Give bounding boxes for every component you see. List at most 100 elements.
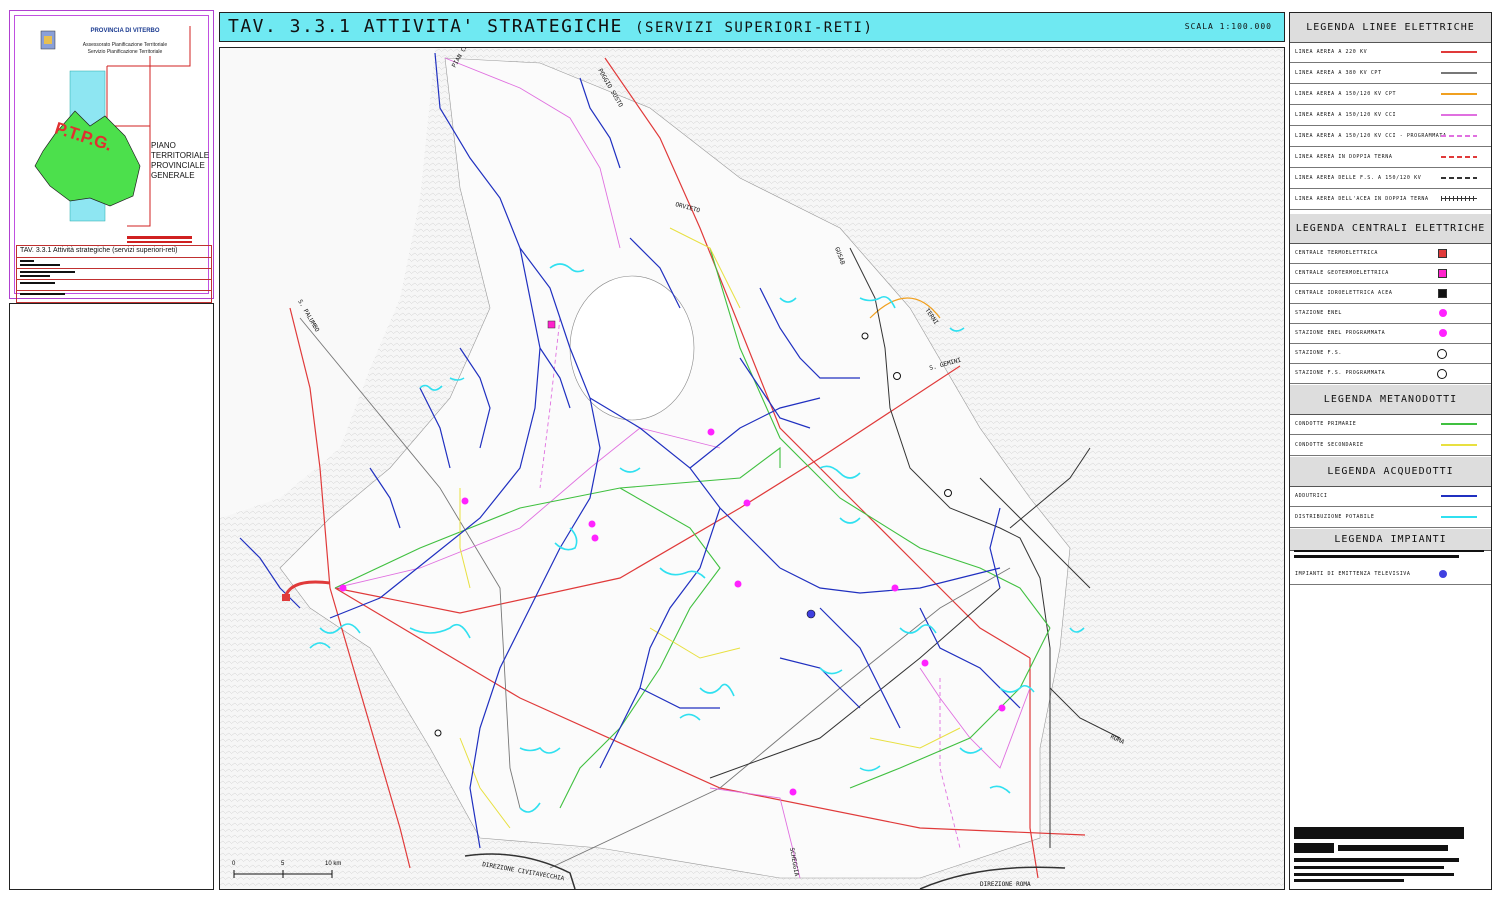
power_plants-legend-row: CENTRALE TERMOELETTRICA (1290, 244, 1491, 264)
power_plants-legend-row: STAZIONE F.S. (1290, 344, 1491, 364)
water-legend-row: ADDUTRICI (1290, 487, 1491, 507)
power_plants-legend-label: CENTRALE GEOTERMOELETTRICA (1295, 270, 1389, 276)
legend-line-swatch (1441, 156, 1477, 158)
gas-legend-label: CONDOTTE SECONDARIE (1295, 442, 1364, 448)
electric_lines-legend-row: LINEA AEREA A 150/120 KV CCI (1290, 106, 1491, 126)
plan-name-line-3: PROVINCIALE (151, 161, 205, 170)
electric_lines-legend-label: LINEA AEREA A 150/120 KV CCI (1295, 112, 1397, 118)
cartouche-panel: P.T.P.G. PROVINCIA DI VITERBO Assessorat… (9, 10, 214, 303)
enel-station-dot (743, 499, 751, 507)
electric_lines-legend-label: LINEA AEREA A 150/120 KV CPT (1295, 91, 1397, 97)
coat-of-arms-icon (40, 30, 56, 50)
power_plants-legend-label: CENTRALE IDROELETTRICA ACEA (1295, 290, 1393, 296)
tav-label: TAV. 3.3.1 Attività strategiche (servizi… (20, 247, 178, 254)
legend-line-swatch (1441, 423, 1477, 425)
legend-square-icon (1438, 249, 1447, 258)
geothermal-plant-icon (547, 320, 556, 329)
power_plants-legend-label: STAZIONE ENEL PROGRAMMATA (1295, 330, 1386, 336)
electric_lines-legend-row: LINEA AEREA A 150/120 KV CCI - PROGRAMMA… (1290, 127, 1491, 147)
notes-panel (9, 303, 214, 890)
legend-title-plants: LEGENDA IMPIANTI (1290, 529, 1491, 551)
gas-legend-label: CONDOTTE PRIMARIE (1295, 421, 1357, 427)
electric_lines-legend-row: LINEA AEREA IN DOPPIA TERNA (1290, 148, 1491, 168)
electric_lines-legend-row: LINEA AEREA A 220 KV (1290, 43, 1491, 63)
electric_lines-legend-label: LINEA AEREA A 150/120 KV CCI - PROGRAMMA… (1295, 133, 1447, 139)
plants-legend-row: IMPIANTI DI EMITTENZA TELEVISIVA (1290, 565, 1491, 585)
map-label: DIREZIONE ROMA (980, 881, 1031, 888)
power_plants-legend-row: CENTRALE IDROELETTRICA ACEA (1290, 284, 1491, 304)
legend-title-electric-lines: LEGENDA LINEE ELETTRICHE (1290, 13, 1491, 43)
enel-station-dot (891, 584, 899, 592)
legend-line-swatch (1441, 135, 1477, 137)
title-bar: TAV. 3.3.1 ATTIVITA' STRATEGICHE (SERVIZ… (219, 12, 1285, 42)
fs-station-icon (861, 332, 869, 340)
map-canvas[interactable]: PIAN CASTAGNAIO POGGIO SUSTO ORVIETO GUS… (220, 48, 1284, 889)
gas-legend-row: CONDOTTE PRIMARIE (1290, 415, 1491, 435)
legend-line-swatch (1441, 516, 1477, 518)
legend-line-swatch (1441, 72, 1477, 74)
legend-line-swatch (1441, 93, 1477, 95)
province-name: PROVINCIA DI VITERBO (90, 28, 160, 34)
legend-dot-icon (1439, 570, 1447, 578)
power_plants-legend-label: STAZIONE F.S. PROGRAMMATA (1295, 370, 1386, 376)
page-title: TAV. 3.3.1 ATTIVITA' STRATEGICHE (SERVIZ… (228, 16, 873, 37)
legend-square-icon (1438, 289, 1447, 298)
plan-name-line-4: GENERALE (151, 171, 195, 180)
power_plants-legend-row: STAZIONE ENEL (1290, 304, 1491, 324)
electric_lines-legend-label: LINEA AEREA DELLE F.S. A 150/120 KV (1295, 175, 1422, 181)
water-legend-row: DISTRIBUZIONE POTABILE (1290, 508, 1491, 528)
title-sub: (SERVIZI SUPERIORI-RETI) (635, 20, 874, 36)
legend-panel: LEGENDA LINEE ELETTRICHE LEGENDA CENTRAL… (1289, 12, 1492, 890)
electric_lines-legend-label: LINEA AEREA A 380 KV CPT (1295, 70, 1382, 76)
electric_lines-legend-row: LINEA AEREA A 380 KV CPT (1290, 64, 1491, 84)
enel-station-dot (461, 497, 469, 505)
legend-title-gas: LEGENDA METANODOTTI (1290, 385, 1491, 415)
gas-legend-row: CONDOTTE SECONDARIE (1290, 436, 1491, 456)
power_plants-legend-label: STAZIONE ENEL (1295, 310, 1342, 316)
enel-station-dot (339, 584, 347, 592)
water-legend-label: ADDUTRICI (1295, 493, 1328, 499)
enel-station-dot (789, 788, 797, 796)
plan-name-line-2: TERRITORIALE (151, 151, 210, 160)
legend-ring-icon (1437, 369, 1447, 379)
legend-ring-icon (1437, 349, 1447, 359)
legend-title-power-plants: LEGENDA CENTRALI ELETTRICHE (1290, 214, 1491, 244)
enel-station-dot (591, 534, 599, 542)
office-line-2: Servizio Pianificazione Territoriale (87, 49, 163, 55)
scale-tick-10: 10 km (325, 861, 341, 867)
electric_lines-legend-row: LINEA AEREA DELL'ACEA IN DOPPIA TERNA (1290, 190, 1491, 210)
legend-title-water: LEGENDA ACQUEDOTTI (1290, 457, 1491, 487)
enel-station-dot (734, 580, 742, 588)
plants-legend-label: IMPIANTI DI EMITTENZA TELEVISIVA (1295, 571, 1411, 577)
water-legend-label: DISTRIBUZIONE POTABILE (1295, 514, 1375, 520)
electric_lines-legend-row: LINEA AEREA A 150/120 KV CPT (1290, 85, 1491, 105)
scale-label: SCALA 1:100.000 (1184, 22, 1272, 31)
legend-dot-icon (1439, 329, 1447, 337)
legend-line-swatch (1441, 196, 1477, 201)
legend-line-swatch (1441, 177, 1477, 179)
legend-line-swatch (1441, 444, 1477, 446)
electric_lines-legend-label: LINEA AEREA DELL'ACEA IN DOPPIA TERNA (1295, 196, 1429, 202)
title-main: TAV. 3.3.1 ATTIVITA' STRATEGICHE (228, 16, 623, 37)
legend-square-icon (1438, 269, 1447, 278)
electric_lines-legend-label: LINEA AEREA A 220 KV (1295, 49, 1368, 55)
legend-line-swatch (1441, 114, 1477, 116)
fs-station-icon (944, 489, 952, 497)
legend-line-swatch (1441, 51, 1477, 53)
power_plants-legend-row: STAZIONE F.S. PROGRAMMATA (1290, 364, 1491, 384)
fs-station-icon (893, 372, 901, 380)
power_plants-legend-row: STAZIONE ENEL PROGRAMMATA (1290, 324, 1491, 344)
tav-info-box: TAV. 3.3.1 Attività strategiche (servizi… (16, 245, 212, 303)
legend-dot-icon (1439, 309, 1447, 317)
enel-station-dot (707, 428, 715, 436)
enel-station-dot (588, 520, 596, 528)
power_plants-legend-label: STAZIONE F.S. (1295, 350, 1342, 356)
electric_lines-legend-row: LINEA AEREA DELLE F.S. A 150/120 KV (1290, 169, 1491, 189)
cartouche-inner-border: P.T.P.G. PROVINCIA DI VITERBO Assessorat… (14, 15, 212, 303)
legend-line-swatch (1441, 495, 1477, 497)
power_plants-legend-label: CENTRALE TERMOELETTRICA (1295, 250, 1379, 256)
tv-transmitter-icon (806, 609, 816, 619)
map-panel[interactable]: PIAN CASTAGNAIO POGGIO SUSTO ORVIETO GUS… (219, 47, 1285, 890)
office-line-1: Assessorato Pianificazione Territoriale (82, 42, 168, 48)
electric_lines-legend-label: LINEA AEREA IN DOPPIA TERNA (1295, 154, 1393, 160)
